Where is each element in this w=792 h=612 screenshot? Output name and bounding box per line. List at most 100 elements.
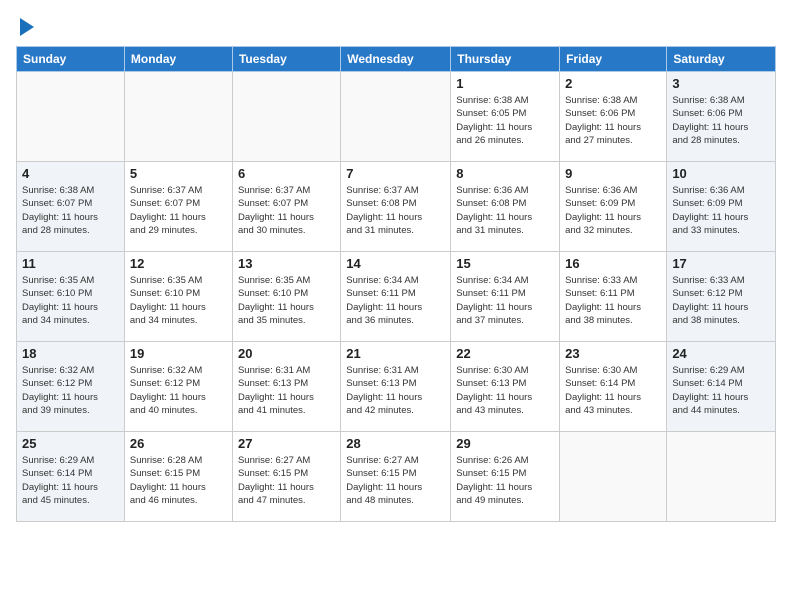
day-info: Sunrise: 6:33 AM Sunset: 6:12 PM Dayligh… (672, 274, 770, 327)
day-info: Sunrise: 6:27 AM Sunset: 6:15 PM Dayligh… (346, 454, 445, 507)
day-number: 11 (22, 256, 119, 271)
day-info: Sunrise: 6:38 AM Sunset: 6:06 PM Dayligh… (565, 94, 661, 147)
calendar-cell: 16 Sunrise: 6:33 AM Sunset: 6:11 PM Dayli… (560, 252, 667, 342)
calendar-cell: 15 Sunrise: 6:34 AM Sunset: 6:11 PM Dayli… (451, 252, 560, 342)
calendar-week-row: 1 Sunrise: 6:38 AM Sunset: 6:05 PM Daylig… (17, 72, 776, 162)
day-number: 8 (456, 166, 554, 181)
calendar-cell: 25 Sunrise: 6:29 AM Sunset: 6:14 PM Dayli… (17, 432, 125, 522)
calendar-week-row: 18 Sunrise: 6:32 AM Sunset: 6:12 PM Dayli… (17, 342, 776, 432)
day-number: 22 (456, 346, 554, 361)
weekday-header-tuesday: Tuesday (232, 47, 340, 72)
calendar-cell: 24 Sunrise: 6:29 AM Sunset: 6:14 PM Dayli… (667, 342, 776, 432)
day-info: Sunrise: 6:26 AM Sunset: 6:15 PM Dayligh… (456, 454, 554, 507)
calendar-cell: 20Sunrise: 6:31 AM Sunset: 6:13 PM Dayli… (232, 342, 340, 432)
day-info: Sunrise: 6:35 AM Sunset: 6:10 PM Dayligh… (130, 274, 227, 327)
header (16, 16, 776, 38)
day-info: Sunrise: 6:32 AM Sunset: 6:12 PM Dayligh… (130, 364, 227, 417)
day-number: 27 (238, 436, 335, 451)
calendar-cell: 14 Sunrise: 6:34 AM Sunset: 6:11 PM Dayli… (341, 252, 451, 342)
weekday-header-sunday: Sunday (17, 47, 125, 72)
day-number: 16 (565, 256, 661, 271)
calendar-cell: 29Sunrise: 6:26 AM Sunset: 6:15 PM Dayli… (451, 432, 560, 522)
day-info: Sunrise: 6:34 AM Sunset: 6:11 PM Dayligh… (456, 274, 554, 327)
day-number: 21 (346, 346, 445, 361)
weekday-header-saturday: Saturday (667, 47, 776, 72)
day-number: 4 (22, 166, 119, 181)
weekday-header-monday: Monday (124, 47, 232, 72)
day-number: 14 (346, 256, 445, 271)
calendar-cell (232, 72, 340, 162)
calendar-cell: 26 Sunrise: 6:28 AM Sunset: 6:15 PM Dayli… (124, 432, 232, 522)
day-info: Sunrise: 6:33 AM Sunset: 6:11 PM Dayligh… (565, 274, 661, 327)
day-number: 25 (22, 436, 119, 451)
calendar-week-row: 25 Sunrise: 6:29 AM Sunset: 6:14 PM Dayli… (17, 432, 776, 522)
day-info: Sunrise: 6:38 AM Sunset: 6:07 PM Dayligh… (22, 184, 119, 237)
calendar-week-row: 4 Sunrise: 6:38 AM Sunset: 6:07 PM Daylig… (17, 162, 776, 252)
day-number: 26 (130, 436, 227, 451)
calendar-cell (124, 72, 232, 162)
day-info: Sunrise: 6:29 AM Sunset: 6:14 PM Dayligh… (22, 454, 119, 507)
logo-arrow-icon (16, 16, 38, 38)
day-number: 12 (130, 256, 227, 271)
day-info: Sunrise: 6:37 AM Sunset: 6:08 PM Dayligh… (346, 184, 445, 237)
calendar-cell: 5Sunrise: 6:37 AM Sunset: 6:07 PM Daylig… (124, 162, 232, 252)
day-number: 24 (672, 346, 770, 361)
day-number: 6 (238, 166, 335, 181)
calendar-cell: 8 Sunrise: 6:36 AM Sunset: 6:08 PM Daylig… (451, 162, 560, 252)
calendar-cell: 12 Sunrise: 6:35 AM Sunset: 6:10 PM Dayli… (124, 252, 232, 342)
calendar-cell: 6 Sunrise: 6:37 AM Sunset: 6:07 PM Daylig… (232, 162, 340, 252)
calendar-cell (560, 432, 667, 522)
day-number: 13 (238, 256, 335, 271)
calendar-cell: 2 Sunrise: 6:38 AM Sunset: 6:06 PM Daylig… (560, 72, 667, 162)
day-info: Sunrise: 6:30 AM Sunset: 6:14 PM Dayligh… (565, 364, 661, 417)
calendar-cell: 11 Sunrise: 6:35 AM Sunset: 6:10 PM Dayli… (17, 252, 125, 342)
calendar-cell: 17 Sunrise: 6:33 AM Sunset: 6:12 PM Dayli… (667, 252, 776, 342)
day-number: 10 (672, 166, 770, 181)
day-info: Sunrise: 6:27 AM Sunset: 6:15 PM Dayligh… (238, 454, 335, 507)
day-number: 5 (130, 166, 227, 181)
calendar-cell: 3 Sunrise: 6:38 AM Sunset: 6:06 PM Daylig… (667, 72, 776, 162)
calendar-cell: 21 Sunrise: 6:31 AM Sunset: 6:13 PM Dayli… (341, 342, 451, 432)
day-number: 15 (456, 256, 554, 271)
day-number: 18 (22, 346, 119, 361)
weekday-header-row: SundayMondayTuesdayWednesdayThursdayFrid… (17, 47, 776, 72)
day-info: Sunrise: 6:31 AM Sunset: 6:13 PM Dayligh… (346, 364, 445, 417)
calendar-cell: 7 Sunrise: 6:37 AM Sunset: 6:08 PM Daylig… (341, 162, 451, 252)
day-number: 2 (565, 76, 661, 91)
weekday-header-friday: Friday (560, 47, 667, 72)
day-info: Sunrise: 6:28 AM Sunset: 6:15 PM Dayligh… (130, 454, 227, 507)
day-info: Sunrise: 6:36 AM Sunset: 6:09 PM Dayligh… (672, 184, 770, 237)
day-info: Sunrise: 6:36 AM Sunset: 6:08 PM Dayligh… (456, 184, 554, 237)
calendar-cell: 10 Sunrise: 6:36 AM Sunset: 6:09 PM Dayli… (667, 162, 776, 252)
day-number: 17 (672, 256, 770, 271)
calendar-table: SundayMondayTuesdayWednesdayThursdayFrid… (16, 46, 776, 522)
day-info: Sunrise: 6:35 AM Sunset: 6:10 PM Dayligh… (22, 274, 119, 327)
logo (16, 16, 38, 38)
day-info: Sunrise: 6:36 AM Sunset: 6:09 PM Dayligh… (565, 184, 661, 237)
calendar-cell: 23Sunrise: 6:30 AM Sunset: 6:14 PM Dayli… (560, 342, 667, 432)
day-info: Sunrise: 6:37 AM Sunset: 6:07 PM Dayligh… (238, 184, 335, 237)
day-number: 19 (130, 346, 227, 361)
calendar-cell: 28Sunrise: 6:27 AM Sunset: 6:15 PM Dayli… (341, 432, 451, 522)
calendar-cell: 27 Sunrise: 6:27 AM Sunset: 6:15 PM Dayli… (232, 432, 340, 522)
day-info: Sunrise: 6:29 AM Sunset: 6:14 PM Dayligh… (672, 364, 770, 417)
day-info: Sunrise: 6:32 AM Sunset: 6:12 PM Dayligh… (22, 364, 119, 417)
day-number: 7 (346, 166, 445, 181)
day-info: Sunrise: 6:31 AM Sunset: 6:13 PM Dayligh… (238, 364, 335, 417)
day-info: Sunrise: 6:38 AM Sunset: 6:06 PM Dayligh… (672, 94, 770, 147)
calendar-cell: 18 Sunrise: 6:32 AM Sunset: 6:12 PM Dayli… (17, 342, 125, 432)
weekday-header-wednesday: Wednesday (341, 47, 451, 72)
day-info: Sunrise: 6:38 AM Sunset: 6:05 PM Dayligh… (456, 94, 554, 147)
calendar-cell: 19 Sunrise: 6:32 AM Sunset: 6:12 PM Dayli… (124, 342, 232, 432)
calendar-cell: 4 Sunrise: 6:38 AM Sunset: 6:07 PM Daylig… (17, 162, 125, 252)
day-info: Sunrise: 6:35 AM Sunset: 6:10 PM Dayligh… (238, 274, 335, 327)
calendar-cell: 13 Sunrise: 6:35 AM Sunset: 6:10 PM Dayli… (232, 252, 340, 342)
day-info: Sunrise: 6:34 AM Sunset: 6:11 PM Dayligh… (346, 274, 445, 327)
calendar-cell: 9 Sunrise: 6:36 AM Sunset: 6:09 PM Daylig… (560, 162, 667, 252)
calendar-cell: 22 Sunrise: 6:30 AM Sunset: 6:13 PM Dayli… (451, 342, 560, 432)
calendar-cell (17, 72, 125, 162)
day-info: Sunrise: 6:30 AM Sunset: 6:13 PM Dayligh… (456, 364, 554, 417)
day-number: 1 (456, 76, 554, 91)
day-number: 9 (565, 166, 661, 181)
day-number: 3 (672, 76, 770, 91)
